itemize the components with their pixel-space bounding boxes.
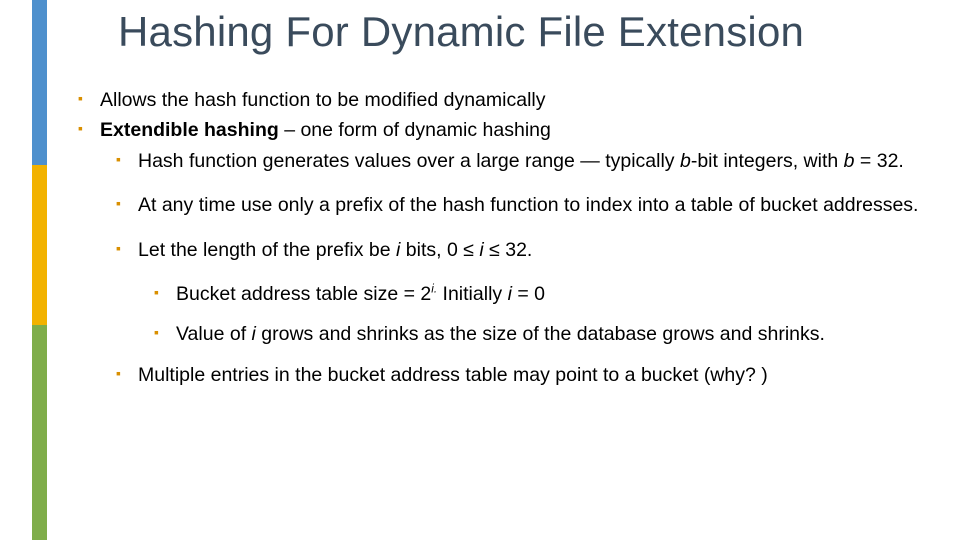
- var-i: i: [474, 239, 489, 261]
- slide: Hashing For Dynamic File Extension Allow…: [0, 0, 960, 540]
- bullet-text: Value of: [176, 323, 252, 345]
- bullet-text: = 32.: [855, 150, 904, 172]
- bullet-level2: At any time use only a prefix of the has…: [116, 193, 928, 217]
- bullet-text: = 0: [512, 283, 545, 305]
- accent-stripe-gold: [32, 165, 47, 325]
- bullet-text: Initially: [437, 283, 507, 305]
- bullet-text: Bucket address table size = 2: [176, 283, 431, 305]
- var-b: b: [680, 150, 691, 172]
- bullet-bold: Extendible hashing: [100, 119, 279, 141]
- bullet-text: Allows the hash function to be modified …: [100, 89, 546, 111]
- bullet-level2: Multiple entries in the bucket address t…: [116, 363, 928, 387]
- bullet-text: -bit integers, with: [691, 150, 844, 172]
- bullet-level1: Allows the hash function to be modified …: [78, 88, 928, 112]
- bullet-text: bits, 0: [400, 239, 463, 261]
- bullet-level2: Let the length of the prefix be i bits, …: [116, 238, 928, 262]
- le-symbol: ≤: [463, 239, 474, 261]
- slide-body: Allows the hash function to be modified …: [78, 88, 928, 407]
- bullet-text: Multiple entries in the bucket address t…: [138, 364, 768, 386]
- bullet-text: Hash function generates values over a la…: [138, 150, 680, 172]
- var-b: b: [844, 150, 855, 172]
- bullet-level3: Bucket address table size = 2i. Initiall…: [154, 282, 928, 306]
- bullet-level2: Hash function generates values over a la…: [116, 149, 928, 173]
- bullet-text: grows and shrinks as the size of the dat…: [256, 323, 825, 345]
- accent-stripe-green: [32, 325, 47, 540]
- accent-stripe-blue: [32, 0, 47, 165]
- slide-title: Hashing For Dynamic File Extension: [118, 8, 804, 56]
- bullet-text: Let the length of the prefix be: [138, 239, 396, 261]
- bullet-text: 32.: [500, 239, 533, 261]
- bullet-text: – one form of dynamic hashing: [279, 119, 551, 141]
- le-symbol: ≤: [489, 239, 500, 261]
- bullet-text: At any time use only a prefix of the has…: [138, 194, 918, 216]
- bullet-level3: Value of i grows and shrinks as the size…: [154, 322, 928, 346]
- bullet-level1: Extendible hashing – one form of dynamic…: [78, 118, 928, 142]
